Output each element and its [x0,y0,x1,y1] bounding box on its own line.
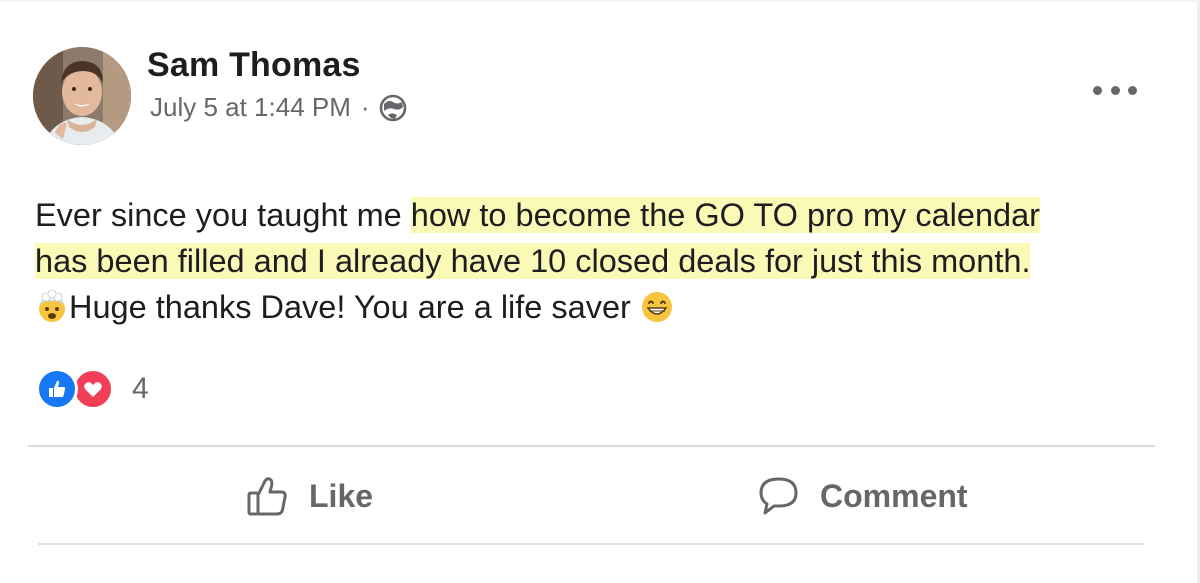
exploding-head-emoji [35,289,69,324]
profile-photo [33,47,131,145]
comment-button[interactable]: Comment [756,468,968,524]
love-reaction-icon [72,368,114,410]
divider [28,445,1155,447]
divider [38,543,1145,545]
highlighted-text-line1: how to become the GO TO pro my calendar [410,197,1040,233]
more-dot [1128,85,1137,95]
like-reaction-icon [36,368,78,410]
reactions-summary[interactable]: 4 [36,368,149,410]
avatar[interactable] [33,47,131,145]
post-text-intro: Ever since you taught me [35,197,411,233]
meta-separator: · [360,92,370,122]
globe-icon[interactable] [378,93,408,123]
more-dot [1110,85,1120,95]
comment-icon [759,477,798,515]
like-button[interactable]: Like [245,468,373,524]
highlighted-text-line2: has been filled and I already have 10 cl… [35,243,1031,279]
comment-label: Comment [820,477,968,514]
grinning-face-emoji [640,290,674,324]
thumbs-up-icon [247,477,287,516]
post-text-closing: Huge thanks Dave! You are a life saver [69,289,640,325]
more-options-icon[interactable] [1093,78,1137,102]
author-name[interactable]: Sam Thomas [147,46,361,85]
more-dot [1093,85,1102,95]
reaction-count[interactable]: 4 [132,372,149,406]
post-timestamp[interactable]: July 5 at 1:44 PM [150,92,351,123]
post-text: Ever since you taught me how to become t… [35,192,1165,330]
post-meta: July 5 at 1:44 PM · [150,92,408,123]
like-label: Like [309,477,374,514]
post-card: Sam Thomas July 5 at 1:44 PM · Ever sinc… [0,0,1200,583]
